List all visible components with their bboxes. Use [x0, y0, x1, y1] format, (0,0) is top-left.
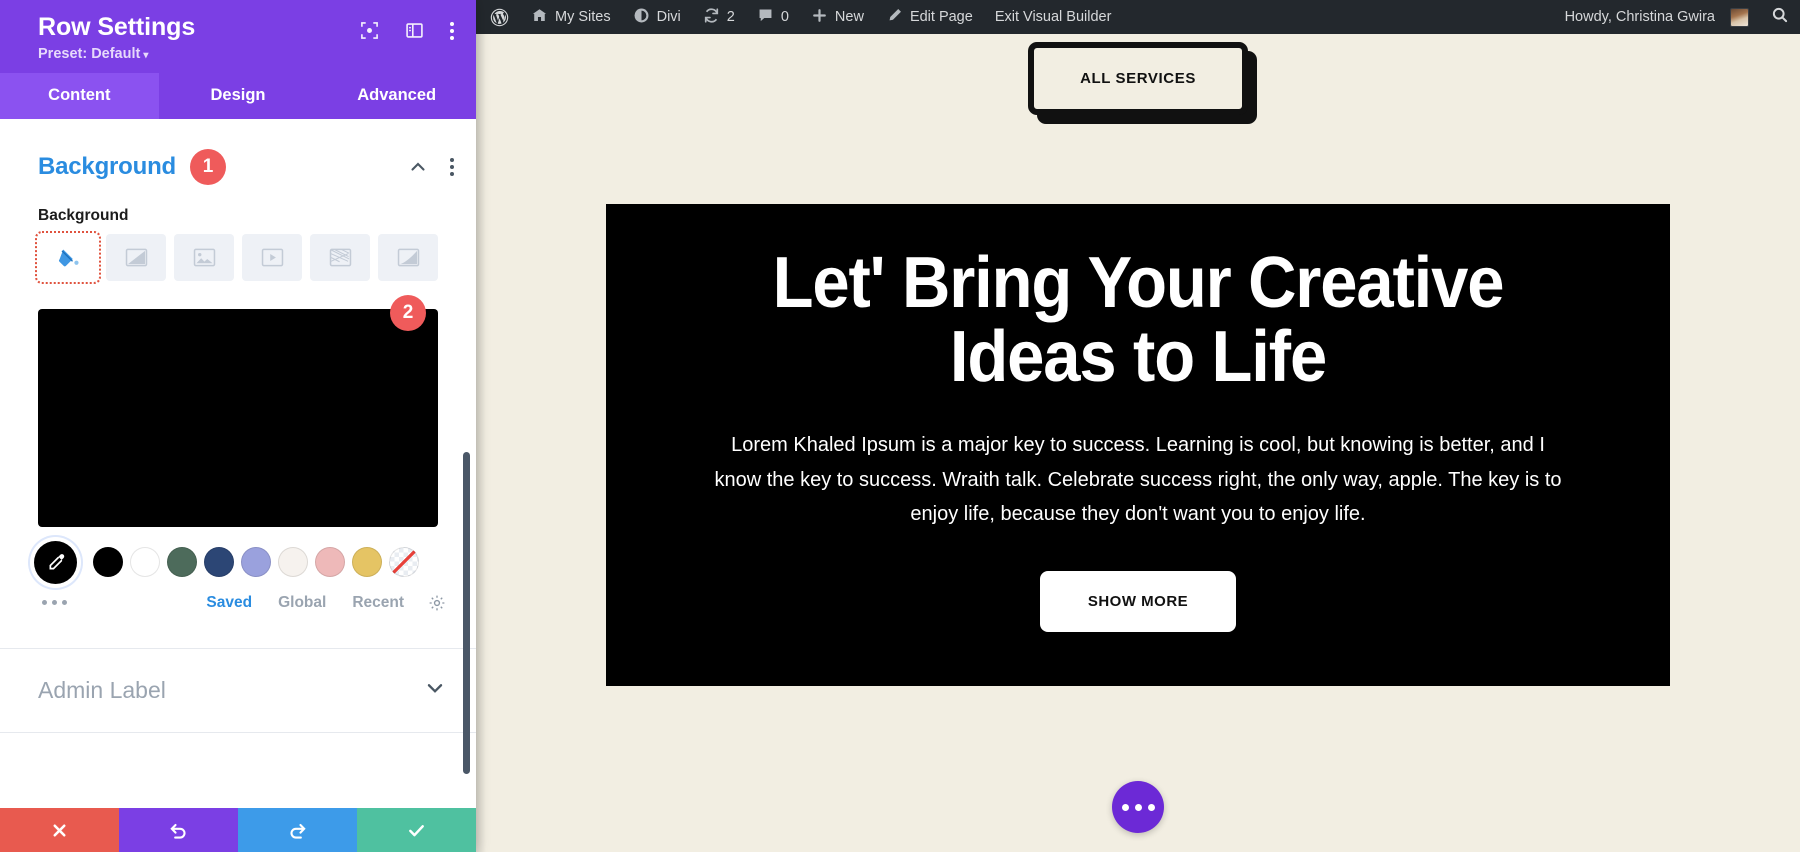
settings-panel-header: Row Settings Preset: Default ▾: [0, 0, 476, 73]
eyedropper-icon[interactable]: [34, 540, 77, 584]
swatch-tab-global[interactable]: Global: [278, 594, 326, 612]
settings-header-actions: [360, 13, 454, 40]
background-section-header: Background 1: [0, 119, 476, 185]
paint-bucket-icon[interactable]: [35, 230, 101, 284]
adminbar-search[interactable]: [1760, 0, 1800, 34]
step-badge-1: 1: [190, 148, 227, 185]
background-color-preview[interactable]: 2: [38, 294, 438, 527]
swatch-black[interactable]: [93, 547, 123, 578]
swatch-meta-row: Saved Global Recent: [0, 584, 476, 612]
panel-scrollbar[interactable]: [463, 451, 470, 774]
settings-footer-toolbar: [0, 808, 476, 852]
image-icon[interactable]: [174, 233, 234, 281]
video-icon[interactable]: [242, 233, 302, 281]
page-title: Row Settings: [38, 13, 196, 41]
adminbar-divi[interactable]: Divi: [622, 0, 692, 34]
tab-design[interactable]: Design: [159, 73, 318, 119]
adminbar-account[interactable]: Howdy, Christina Gwira: [1554, 0, 1760, 34]
adminbar-new[interactable]: New: [800, 0, 875, 34]
swatch-navy-blue[interactable]: [204, 547, 234, 578]
settings-panel-body: Background 1 Background 2 Saved Global R…: [0, 118, 476, 808]
ellipsis-dot: [1147, 803, 1155, 811]
adminbar-wordpress-logo[interactable]: [476, 0, 520, 34]
ellipsis-dot: [1121, 803, 1129, 811]
preset-label: Preset: Default: [38, 45, 141, 62]
step-badge-2: 2: [390, 294, 426, 331]
wp-admin-bar: My Sites Divi 2 0 New Edit Page Exit Vis…: [476, 0, 1800, 34]
adminbar-edit-page-label: Edit Page: [909, 9, 973, 25]
page-canvas: ALL SERVICES Let' Bring Your Creative Id…: [476, 34, 1800, 852]
all-services-row: ALL SERVICES: [476, 42, 1800, 124]
adminbar-new-label: New: [834, 9, 864, 25]
screen-root: Row Settings Preset: Default ▾ Content D…: [0, 0, 1800, 852]
swatch-dark-green[interactable]: [167, 547, 197, 578]
hero-section: Let' Bring Your Creative Ideas to Life L…: [606, 204, 1670, 687]
adminbar-my-sites[interactable]: My Sites: [520, 0, 622, 34]
divi-icon: [633, 7, 650, 28]
show-more-button[interactable]: SHOW MORE: [1039, 571, 1237, 633]
admin-label-section[interactable]: Admin Label: [0, 649, 476, 733]
swatch-cream[interactable]: [278, 547, 308, 578]
hero-cta-row: SHOW MORE: [658, 571, 1618, 633]
gear-icon[interactable]: [428, 594, 446, 612]
hero-paragraph: Lorem Khaled Ipsum is a major key to suc…: [714, 434, 1562, 526]
focus-target-icon[interactable]: [360, 21, 379, 40]
tab-advanced[interactable]: Advanced: [317, 73, 476, 119]
adminbar-edit-page[interactable]: Edit Page: [875, 0, 984, 34]
preset-selector[interactable]: Preset: Default ▾: [38, 46, 195, 62]
page-settings-fab[interactable]: [1112, 781, 1164, 833]
cancel-button[interactable]: [0, 808, 119, 852]
color-swatch-row: [0, 527, 476, 584]
adminbar-howdy-label: Howdy, Christina Gwira: [1564, 9, 1715, 25]
section-options-kebab-icon[interactable]: [450, 157, 454, 176]
gradient-icon[interactable]: [106, 233, 166, 281]
adminbar-my-sites-label: My Sites: [555, 9, 611, 25]
all-services-button[interactable]: ALL SERVICES: [1028, 42, 1248, 115]
avatar: [1730, 7, 1749, 27]
swatch-white[interactable]: [130, 547, 160, 578]
canvas-edge-shadow: [476, 34, 486, 852]
swatch-gold[interactable]: [352, 547, 382, 578]
chevron-up-icon[interactable]: [408, 157, 428, 177]
settings-title-block: Row Settings Preset: Default ▾: [38, 13, 195, 62]
layout-panel-icon[interactable]: [405, 21, 424, 40]
background-field-label: Background: [38, 206, 129, 224]
all-services-shadow: ALL SERVICES: [1028, 42, 1257, 124]
save-button[interactable]: [357, 808, 476, 852]
pattern-icon[interactable]: [310, 233, 370, 281]
swatch-tab-saved[interactable]: Saved: [206, 594, 252, 612]
admin-label-title: Admin Label: [38, 676, 166, 703]
adminbar-exit-visual-builder[interactable]: Exit Visual Builder: [984, 0, 1123, 34]
background-type-selector: [0, 230, 476, 284]
comment-icon: [757, 7, 774, 28]
swatch-periwinkle[interactable]: [241, 547, 271, 578]
adminbar-comments-count: 0: [780, 9, 789, 25]
adminbar-comments[interactable]: 0: [746, 0, 800, 34]
ellipsis-icon[interactable]: [42, 600, 67, 606]
swatch-pink[interactable]: [315, 547, 345, 578]
settings-tabs: Content Design Advanced: [0, 72, 476, 119]
chevron-down-icon: ▾: [143, 49, 149, 61]
chevron-down-icon[interactable]: [424, 677, 446, 704]
redo-button[interactable]: [238, 808, 357, 852]
adminbar-exit-visual-builder-label: Exit Visual Builder: [994, 9, 1112, 25]
adminbar-updates[interactable]: 2: [692, 0, 746, 34]
kebab-menu-icon[interactable]: [450, 21, 454, 40]
sites-icon: [531, 7, 548, 28]
pencil-icon: [886, 7, 903, 28]
hero-heading: Let' Bring Your Creative Ideas to Life: [772, 243, 1505, 398]
swatch-transparent[interactable]: [389, 547, 419, 578]
adminbar-updates-count: 2: [726, 9, 735, 25]
undo-button[interactable]: [119, 808, 238, 852]
plus-icon: [811, 7, 828, 28]
row-settings-panel: Row Settings Preset: Default ▾ Content D…: [0, 0, 476, 852]
update-icon: [703, 7, 720, 28]
swatch-tab-recent[interactable]: Recent: [352, 594, 404, 612]
section-title-background[interactable]: Background: [38, 153, 176, 181]
tab-content[interactable]: Content: [0, 72, 159, 119]
search-icon: [1771, 6, 1789, 28]
adminbar-divi-label: Divi: [656, 9, 681, 25]
mask-icon[interactable]: [378, 233, 438, 281]
ellipsis-dot: [1134, 803, 1142, 811]
